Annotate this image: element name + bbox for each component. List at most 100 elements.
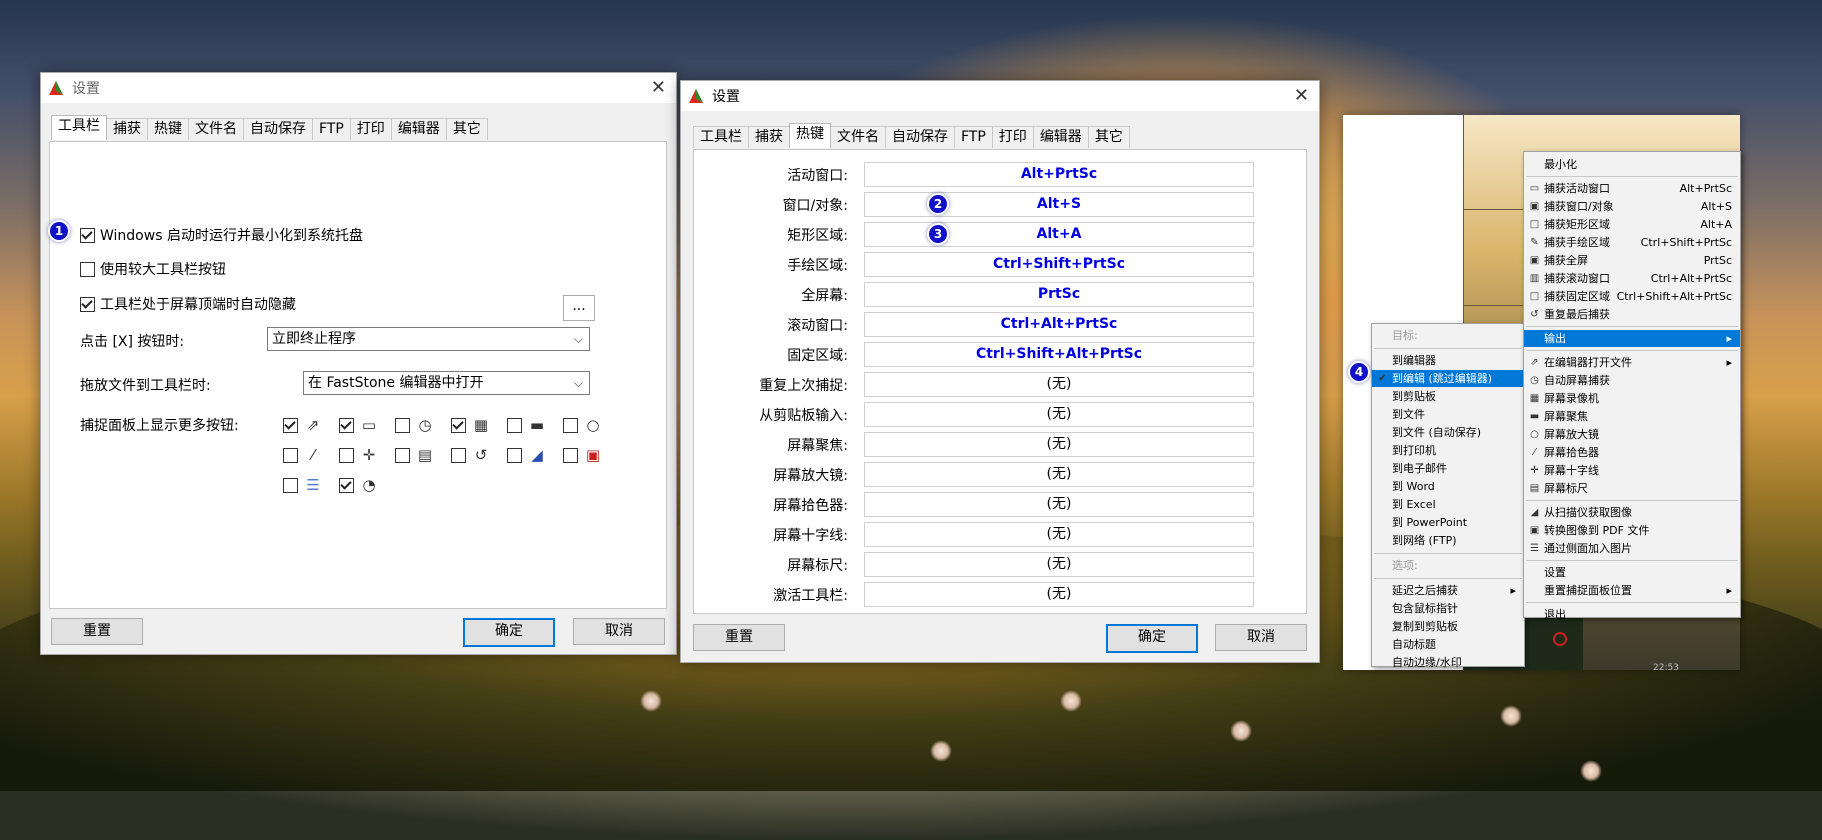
hotkey-input[interactable]: Alt+A bbox=[864, 222, 1254, 247]
checkbox[interactable] bbox=[563, 417, 578, 433]
panel-button-option[interactable]: ○ bbox=[563, 416, 602, 434]
output-option-item[interactable]: 包含鼠标指针 bbox=[1372, 600, 1524, 617]
checkbox[interactable] bbox=[339, 477, 354, 493]
option-startup[interactable]: Windows 启动时运行并最小化到系统托盘 bbox=[80, 225, 363, 245]
panel-button-option[interactable]: ◔ bbox=[339, 476, 378, 494]
hotkey-input[interactable]: (无) bbox=[864, 372, 1254, 397]
tool-menu-item[interactable]: ▬ 屏幕聚焦 bbox=[1524, 408, 1740, 425]
hotkey-input[interactable]: (无) bbox=[864, 582, 1254, 607]
hotkey-input[interactable]: (无) bbox=[864, 492, 1254, 517]
tab-filename[interactable]: 文件名 bbox=[830, 126, 886, 148]
menu-item-minimize[interactable]: 最小化 bbox=[1524, 156, 1740, 173]
menu-item-reset-panel[interactable]: 重置捕捉面板位置 ▸ bbox=[1524, 582, 1740, 599]
checkbox[interactable] bbox=[395, 447, 410, 463]
menu-item-exit[interactable]: 退出 bbox=[1524, 606, 1740, 623]
hotkey-input[interactable]: (无) bbox=[864, 552, 1254, 577]
panel-button-option[interactable]: ◷ bbox=[395, 416, 434, 434]
menu-item-output[interactable]: 输出 ▸ bbox=[1524, 330, 1740, 347]
drop-action-select[interactable]: 在 FastStone 编辑器中打开 ⌵ bbox=[303, 371, 590, 395]
output-target-item[interactable]: 到 Excel bbox=[1372, 496, 1524, 513]
hotkey-input[interactable]: (无) bbox=[864, 432, 1254, 457]
tab-editor[interactable]: 编辑器 bbox=[1032, 126, 1089, 148]
tool-menu-item[interactable]: ▤ 屏幕标尺 bbox=[1524, 480, 1740, 497]
tab-toolbar[interactable]: 工具栏 bbox=[51, 115, 107, 140]
panel-button-option[interactable]: ⇗ bbox=[283, 416, 322, 434]
checkbox[interactable] bbox=[563, 447, 578, 463]
more-options-button[interactable]: ... bbox=[563, 295, 595, 321]
option-large-buttons[interactable]: 使用较大工具栏按钮 bbox=[80, 259, 226, 279]
tab-editor[interactable]: 编辑器 bbox=[390, 118, 447, 140]
capture-menu-item[interactable]: □ 捕获矩形区域 Alt+A bbox=[1524, 216, 1740, 233]
capture-menu-item[interactable]: ▭ 捕获活动窗口 Alt+PrtSc bbox=[1524, 180, 1740, 197]
panel-button-option[interactable]: ▤ bbox=[395, 446, 434, 464]
tab-other[interactable]: 其它 bbox=[445, 118, 488, 140]
tab-print[interactable]: 打印 bbox=[349, 118, 392, 140]
checkbox[interactable] bbox=[283, 477, 298, 493]
tool-menu-item[interactable]: ◷ 自动屏幕捕获 bbox=[1524, 372, 1740, 389]
output-target-item[interactable]: 到 Word bbox=[1372, 478, 1524, 495]
capture-menu-item[interactable]: ▣ 捕获全屏 PrtSc bbox=[1524, 252, 1740, 269]
tool-menu-item[interactable]: ○ 屏幕放大镜 bbox=[1524, 426, 1740, 443]
hotkey-input[interactable]: (无) bbox=[864, 462, 1254, 487]
capture-menu-item[interactable]: □ 捕获固定区域 Ctrl+Shift+Alt+PrtSc bbox=[1524, 288, 1740, 305]
output-target-item[interactable]: 到网络 (FTP) bbox=[1372, 532, 1524, 549]
checkbox[interactable] bbox=[507, 417, 522, 433]
output-option-item[interactable]: 自动边缘/水印 bbox=[1372, 654, 1524, 671]
tab-filename[interactable]: 文件名 bbox=[188, 118, 244, 140]
tab-ftp[interactable]: FTP bbox=[954, 126, 993, 148]
output-target-item[interactable]: 到编辑器 bbox=[1372, 352, 1524, 369]
output-option-item[interactable]: 延迟之后捕获 ▸ bbox=[1372, 582, 1524, 599]
panel-button-option[interactable]: ◢ bbox=[507, 446, 546, 464]
output-option-item[interactable]: 复制到剪贴板 bbox=[1372, 618, 1524, 635]
tool-menu-item[interactable]: ▦ 屏幕录像机 bbox=[1524, 390, 1740, 407]
capture-menu-item[interactable]: ▣ 捕获窗口/对象 Alt+S bbox=[1524, 198, 1740, 215]
tool-menu-item[interactable]: ⇗ 在编辑器打开文件 ▸ bbox=[1524, 354, 1740, 371]
extra-menu-item[interactable]: ◢ 从扫描仪获取图像 bbox=[1524, 504, 1740, 521]
output-target-item[interactable]: 到文件 (自动保存) bbox=[1372, 424, 1524, 441]
close-icon[interactable]: ✕ bbox=[1294, 85, 1309, 106]
menu-item-settings[interactable]: 设置 bbox=[1524, 564, 1740, 581]
hotkey-input[interactable]: PrtSc bbox=[864, 282, 1254, 307]
close-icon[interactable]: ✕ bbox=[651, 77, 666, 98]
checkbox[interactable] bbox=[451, 417, 466, 433]
output-target-item[interactable]: 到 PowerPoint bbox=[1372, 514, 1524, 531]
hotkey-input[interactable]: Alt+PrtSc bbox=[864, 162, 1254, 187]
tab-autosave[interactable]: 自动保存 bbox=[885, 126, 955, 148]
reset-button[interactable]: 重置 bbox=[51, 618, 143, 645]
checkbox[interactable] bbox=[451, 447, 466, 463]
checkbox[interactable] bbox=[507, 447, 522, 463]
hotkey-input[interactable]: Ctrl+Alt+PrtSc bbox=[864, 312, 1254, 337]
panel-button-option[interactable]: ▬ bbox=[507, 416, 546, 434]
ok-button[interactable]: 确定 bbox=[1106, 624, 1198, 653]
hotkey-input[interactable]: Ctrl+Shift+Alt+PrtSc bbox=[864, 342, 1254, 367]
capture-menu-item[interactable]: ▥ 捕获滚动窗口 Ctrl+Alt+PrtSc bbox=[1524, 270, 1740, 287]
output-target-item[interactable]: 到打印机 bbox=[1372, 442, 1524, 459]
cancel-button[interactable]: 取消 bbox=[1215, 624, 1307, 651]
panel-button-option[interactable]: ▭ bbox=[339, 416, 378, 434]
capture-menu-item[interactable]: ✎ 捕获手绘区域 Ctrl+Shift+PrtSc bbox=[1524, 234, 1740, 251]
checkbox[interactable] bbox=[283, 417, 298, 433]
panel-button-option[interactable]: ▣ bbox=[563, 446, 602, 464]
panel-button-option[interactable]: ▦ bbox=[451, 416, 490, 434]
option-autohide[interactable]: 工具栏处于屏幕顶端时自动隐藏 bbox=[80, 294, 296, 314]
checkbox[interactable] bbox=[339, 447, 354, 463]
extra-menu-item[interactable]: ▣ 转换图像到 PDF 文件 bbox=[1524, 522, 1740, 539]
output-option-item[interactable]: 自动标题 bbox=[1372, 636, 1524, 653]
tab-capture[interactable]: 捕获 bbox=[748, 126, 790, 148]
hotkey-input[interactable]: (无) bbox=[864, 522, 1254, 547]
hotkey-input[interactable]: Alt+S bbox=[864, 192, 1254, 217]
close-action-select[interactable]: 立即终止程序 ⌵ bbox=[267, 327, 590, 351]
checkbox[interactable] bbox=[283, 447, 298, 463]
output-target-item[interactable]: 到剪贴板 bbox=[1372, 388, 1524, 405]
panel-button-option[interactable]: ✛ bbox=[339, 446, 378, 464]
tab-print[interactable]: 打印 bbox=[991, 126, 1034, 148]
hotkey-input[interactable]: Ctrl+Shift+PrtSc bbox=[864, 252, 1254, 277]
output-target-item[interactable]: ✔ 到编辑 (跳过编辑器) bbox=[1372, 370, 1524, 387]
panel-button-option[interactable]: ☰ bbox=[283, 476, 322, 494]
panel-button-option[interactable]: ⁄ bbox=[283, 446, 322, 464]
startup-checkbox[interactable] bbox=[80, 227, 95, 243]
tab-toolbar[interactable]: 工具栏 bbox=[693, 126, 749, 148]
output-target-item[interactable]: 到电子邮件 bbox=[1372, 460, 1524, 477]
tool-menu-item[interactable]: ⁄ 屏幕拾色器 bbox=[1524, 444, 1740, 461]
tab-hotkeys[interactable]: 热键 bbox=[147, 118, 189, 140]
